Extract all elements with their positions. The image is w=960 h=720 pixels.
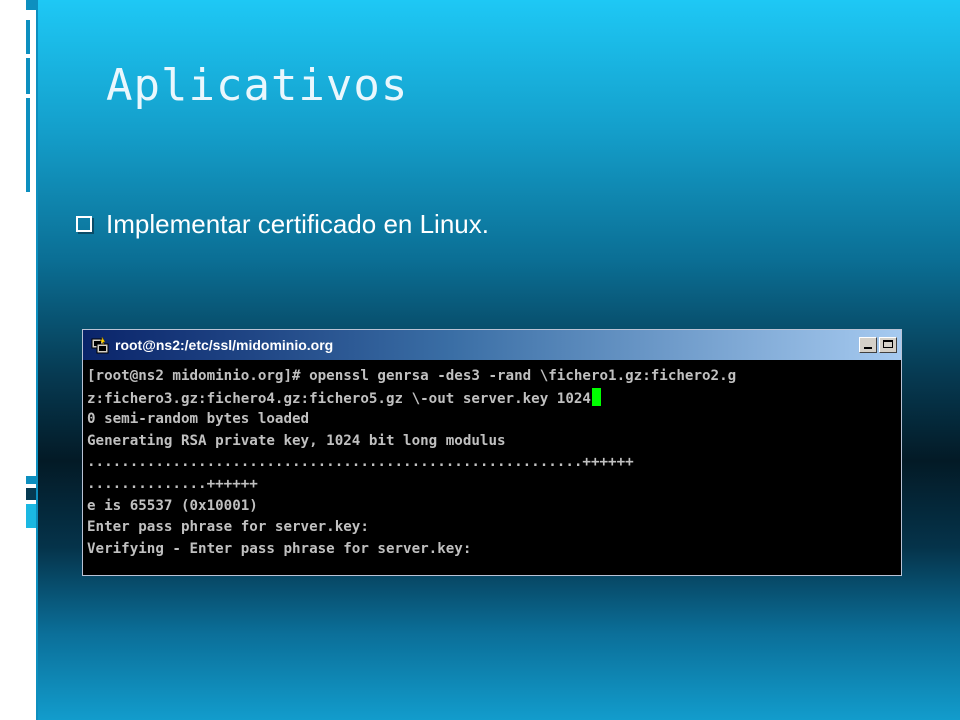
checkbox-bullet-icon	[76, 216, 92, 232]
deco-block	[26, 58, 36, 94]
left-accent-edge	[36, 0, 38, 720]
maximize-icon	[883, 340, 893, 348]
terminal-line: Generating RSA private key, 1024 bit lon…	[87, 432, 506, 449]
deco-block	[26, 0, 36, 10]
deco-block	[26, 20, 36, 54]
terminal-line: [root@ns2 midominio.org]# openssl genrsa…	[87, 368, 737, 384]
terminal-window: root@ns2:/etc/ssl/midominio.org [root@ns…	[82, 329, 902, 576]
terminal-line: Enter pass phrase for server.key:	[87, 519, 369, 536]
minimize-button[interactable]	[859, 337, 877, 353]
slide-title: Aplicativos	[106, 60, 409, 111]
terminal-line: 0 semi-random bytes loaded	[87, 411, 310, 428]
terminal-output[interactable]: [root@ns2 midominio.org]# openssl genrsa…	[83, 360, 901, 560]
terminal-line: ........................................…	[87, 454, 634, 471]
terminal-line: Verifying - Enter pass phrase for server…	[87, 540, 472, 557]
terminal-titlebar[interactable]: root@ns2:/etc/ssl/midominio.org	[83, 330, 901, 360]
deco-block	[26, 98, 36, 192]
deco-block	[26, 476, 36, 484]
terminal-cursor	[591, 387, 601, 406]
maximize-button[interactable]	[879, 337, 897, 353]
terminal-line: e is 65537 (0x10001)	[87, 497, 258, 514]
putty-icon	[91, 336, 109, 354]
bullet-item: Implementar certificado en Linux.	[76, 206, 489, 242]
terminal-line-text: z:fichero3.gz:fichero4.gz:fichero5.gz \-…	[87, 390, 591, 407]
terminal-title: root@ns2:/etc/ssl/midominio.org	[115, 337, 334, 353]
deco-block	[26, 504, 36, 528]
terminal-line: z:fichero3.gz:fichero4.gz:fichero5.gz \-…	[87, 387, 901, 410]
minimize-icon	[864, 347, 872, 349]
bullet-text: Implementar certificado en Linux.	[106, 208, 489, 239]
terminal-line: ..............++++++	[87, 475, 258, 492]
deco-block	[26, 488, 36, 500]
